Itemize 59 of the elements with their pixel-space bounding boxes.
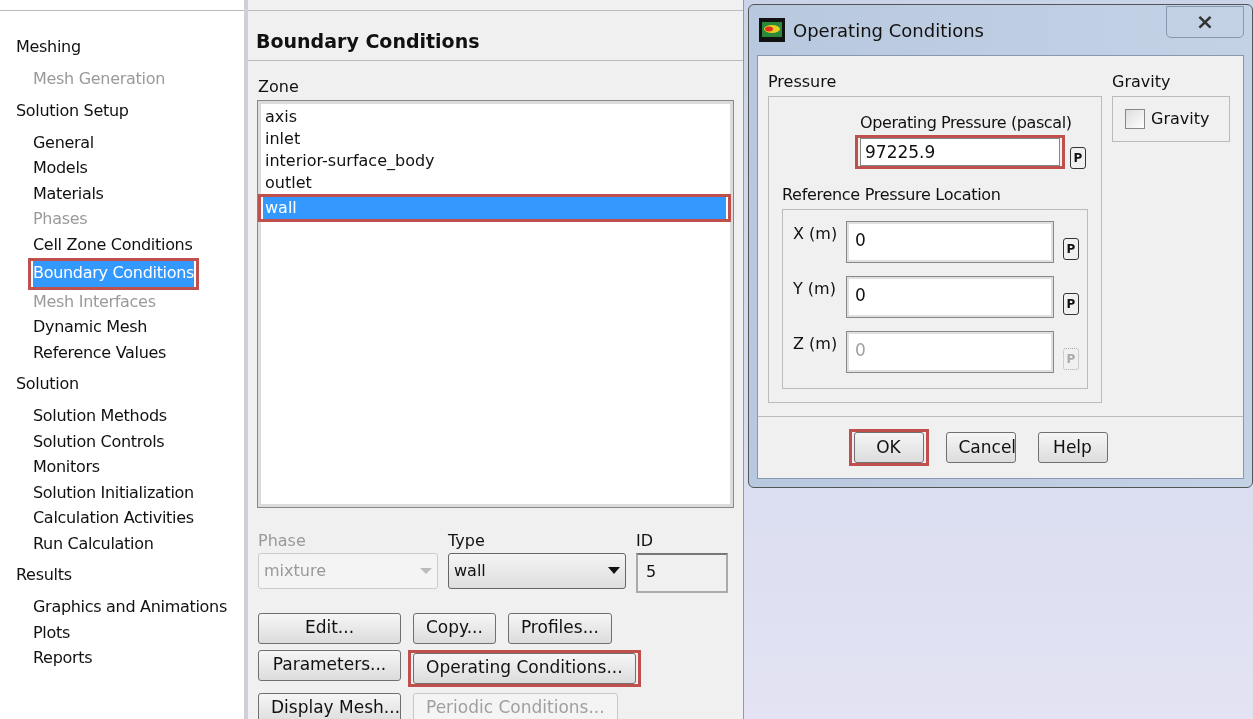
dialog-button[interactable]: Cancel [945, 432, 1016, 463]
parameter-button[interactable]: P [1063, 293, 1079, 315]
coordinate-field[interactable]: 0 [847, 222, 1053, 262]
tree-item[interactable]: Solution Controls [33, 429, 165, 455]
coordinate-label: X (m) [793, 223, 837, 245]
tree-item[interactable]: Run Calculation [33, 531, 154, 557]
type-label: Type [448, 529, 486, 552]
tree-item[interactable]: Models [33, 156, 88, 182]
tree-section[interactable]: Solution [16, 372, 79, 404]
operating-pressure-field[interactable]: 97225.9 [860, 138, 1060, 166]
dialog-button[interactable]: Edit... [258, 612, 401, 644]
coordinate-field[interactable]: 0 [847, 277, 1053, 317]
field-label: Operating Pressure (pascal) [860, 112, 1073, 134]
id-field[interactable]: 5 [636, 552, 728, 593]
dialog-button[interactable]: Profiles... [507, 612, 612, 644]
tree-item[interactable]: General [33, 130, 94, 156]
tree-item[interactable]: Dynamic Mesh [33, 315, 148, 341]
tree-item[interactable]: Plots [33, 620, 70, 646]
dialog-button[interactable]: Operating Conditions... [413, 652, 636, 684]
dialog-title: Operating Conditions [793, 18, 984, 43]
zone-item[interactable]: axis [263, 105, 726, 128]
dialog-button[interactable]: OK [853, 432, 924, 463]
panel-title: Boundary Conditions [256, 30, 480, 52]
tree-item[interactable]: Graphics and Animations [33, 595, 227, 621]
tree-item[interactable]: Cell Zone Conditions [33, 232, 193, 258]
tree-item[interactable]: Reference Values [33, 340, 167, 366]
close-button[interactable]: × [1166, 6, 1244, 38]
dialog-button[interactable]: Help [1037, 432, 1108, 463]
coordinate-label: Y (m) [793, 278, 837, 300]
caret-icon [608, 567, 620, 574]
group-label: Reference Pressure Location [782, 184, 1002, 206]
tree-item[interactable]: Materials [33, 181, 104, 207]
gravity-checkbox[interactable] [1125, 109, 1145, 129]
id-label: ID [636, 529, 655, 552]
type-dropdown[interactable]: wall [448, 552, 626, 589]
tree-item[interactable]: Solution Initialization [33, 480, 194, 506]
dialog-button[interactable]: Copy... [413, 612, 496, 644]
parameter-button[interactable]: P [1063, 238, 1079, 260]
dialog-button[interactable]: Parameters... [258, 649, 401, 681]
tree-item[interactable]: Calculation Activities [33, 506, 194, 532]
zone-label: Zone [258, 75, 299, 98]
parameter-button[interactable]: P [1070, 147, 1086, 169]
tree-section[interactable]: Meshing [16, 35, 81, 67]
zone-item[interactable]: interior-surface_body [263, 149, 726, 172]
caret-icon [420, 567, 432, 574]
tree-item[interactable]: Reports [33, 646, 93, 672]
dialog-button[interactable]: Display Mesh... [258, 692, 401, 719]
gravity-label: Gravity [1151, 108, 1210, 130]
zone-item[interactable]: inlet [263, 127, 726, 150]
phase-label: Phase [258, 529, 307, 552]
tree-section[interactable]: Results [16, 563, 72, 595]
tree-section[interactable]: Solution Setup [16, 98, 129, 131]
group-label: Gravity [1112, 71, 1172, 93]
zone-item[interactable]: outlet [263, 171, 726, 194]
tree-item[interactable]: Solution Methods [33, 404, 167, 430]
group-label: Pressure [768, 71, 838, 93]
tree-item[interactable]: Monitors [33, 455, 100, 481]
coordinate-label: Z (m) [793, 333, 837, 355]
app-icon [759, 18, 785, 42]
